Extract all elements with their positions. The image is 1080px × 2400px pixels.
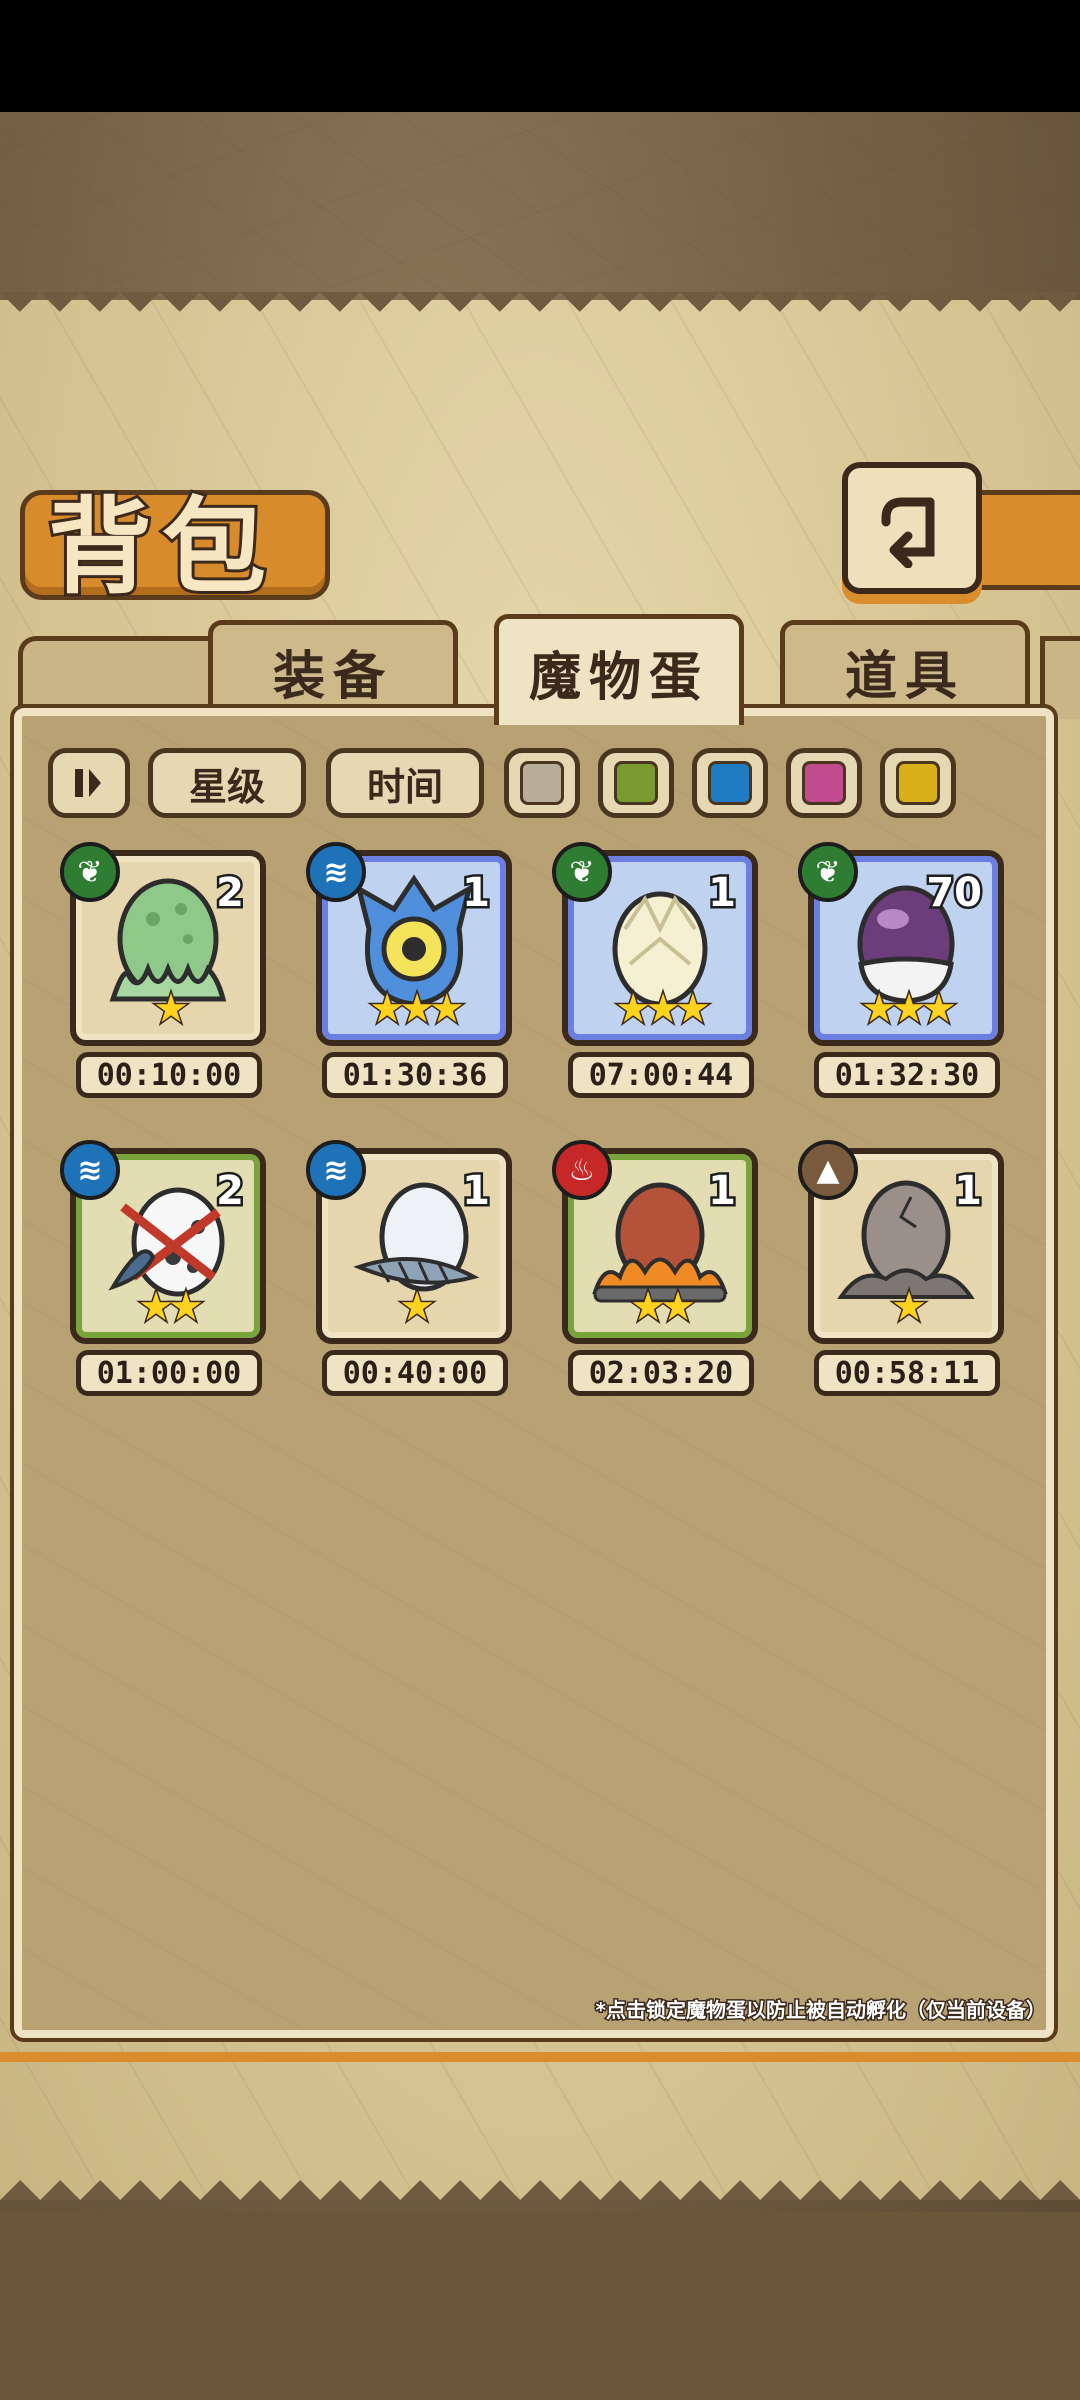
grey-swatch bbox=[520, 761, 564, 805]
filter-grey-button[interactable] bbox=[504, 748, 580, 818]
green-swatch bbox=[614, 761, 658, 805]
hatch-timer: 00:58:11 bbox=[814, 1350, 1000, 1396]
item-count: 1 bbox=[952, 1166, 985, 1217]
item-count: 1 bbox=[706, 868, 739, 919]
item-count: 70 bbox=[924, 868, 985, 919]
sort-order-button[interactable] bbox=[48, 748, 130, 818]
plant-element-icon: ❦ bbox=[60, 842, 120, 902]
star-rating: ★★★ bbox=[614, 985, 713, 1034]
star-rating: ★★ bbox=[629, 1283, 698, 1332]
filter-blue-button[interactable] bbox=[692, 748, 768, 818]
water-element-icon: ≋ bbox=[306, 1140, 366, 1200]
tab-items[interactable]: 道具 bbox=[780, 620, 1030, 717]
lock-hint-text: *点击锁定魔物蛋以防止被自动孵化（仅当前设备） bbox=[594, 1997, 1047, 2024]
pink-swatch bbox=[802, 761, 846, 805]
star-rating: ★★ bbox=[137, 1283, 206, 1332]
item-count: 1 bbox=[706, 1166, 739, 1217]
hatch-timer: 02:03:20 bbox=[568, 1350, 754, 1396]
torn-edge-bottom bbox=[0, 2160, 1080, 2200]
star-rating: ★ bbox=[890, 1283, 929, 1332]
tab-equipment[interactable]: 装备 bbox=[208, 620, 458, 717]
star-rating: ★ bbox=[152, 985, 191, 1034]
star-rating: ★★★ bbox=[368, 985, 467, 1034]
page-title: 背包 bbox=[45, 482, 277, 611]
earth-element-icon: ▲ bbox=[798, 1140, 858, 1200]
plant-element-icon: ❦ bbox=[798, 842, 858, 902]
tab-monster-eggs[interactable]: 魔物蛋 bbox=[494, 614, 744, 725]
back-button[interactable] bbox=[842, 462, 982, 594]
hatch-timer: 01:30:36 bbox=[322, 1052, 508, 1098]
hatch-timer: 07:00:44 bbox=[568, 1052, 754, 1098]
yellow-swatch bbox=[896, 761, 940, 805]
water-element-icon: ≋ bbox=[306, 842, 366, 902]
item-count: 2 bbox=[214, 868, 247, 919]
tab-bar-left-cap bbox=[18, 636, 218, 719]
hatch-timer: 00:10:00 bbox=[76, 1052, 262, 1098]
torn-edge-top bbox=[0, 292, 1080, 332]
sort-order-icon bbox=[75, 769, 101, 797]
filter-green-button[interactable] bbox=[598, 748, 674, 818]
star-rating: ★★★ bbox=[860, 985, 959, 1034]
item-count: 1 bbox=[460, 1166, 493, 1217]
panel-trim bbox=[0, 2052, 1080, 2062]
filter-pink-button[interactable] bbox=[786, 748, 862, 818]
hatch-timer: 01:00:00 bbox=[76, 1350, 262, 1396]
star-rating: ★ bbox=[398, 1283, 437, 1332]
tab-bar-right-cap bbox=[1040, 636, 1080, 719]
sort-by-time-button[interactable]: 时间 bbox=[326, 748, 484, 818]
fire-element-icon: ♨ bbox=[552, 1140, 612, 1200]
item-count: 1 bbox=[460, 868, 493, 919]
item-count: 2 bbox=[214, 1166, 247, 1217]
map-background-bottom bbox=[0, 2212, 1080, 2400]
plant-element-icon: ❦ bbox=[552, 842, 612, 902]
sort-by-stars-button[interactable]: 星级 bbox=[148, 748, 306, 818]
hatch-timer: 00:40:00 bbox=[322, 1350, 508, 1396]
water-element-icon: ≋ bbox=[60, 1140, 120, 1200]
filter-yellow-button[interactable] bbox=[880, 748, 956, 818]
return-arrow-icon bbox=[881, 497, 935, 568]
blue-swatch bbox=[708, 761, 752, 805]
hatch-timer: 01:32:30 bbox=[814, 1052, 1000, 1098]
